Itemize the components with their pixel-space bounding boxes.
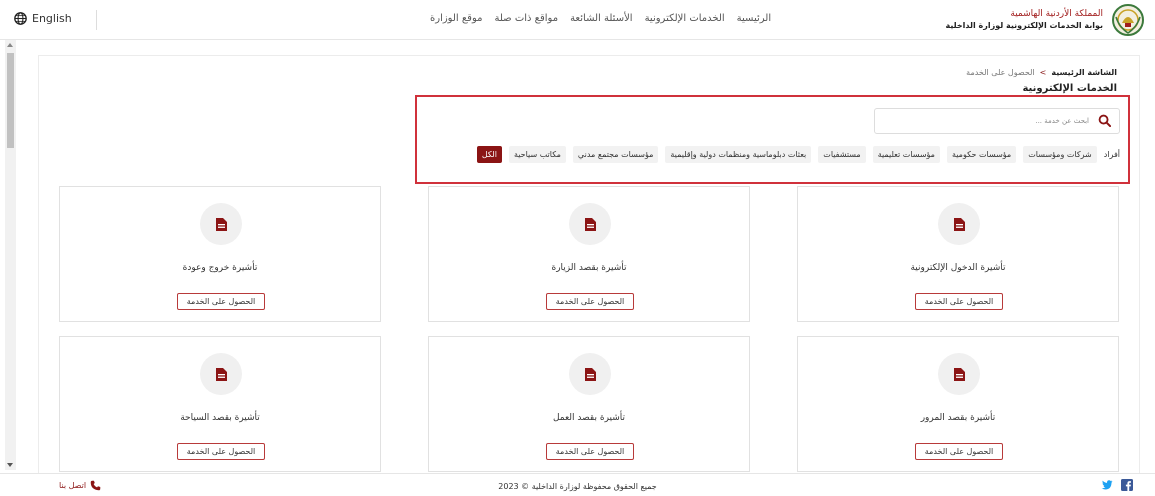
document-icon <box>585 368 596 381</box>
service-card: تأشيرة بقصد العمل الحصول على الخدمة <box>428 336 750 472</box>
get-service-button[interactable]: الحصول على الخدمة <box>546 443 634 460</box>
divider <box>96 10 97 30</box>
get-service-button[interactable]: الحصول على الخدمة <box>177 293 265 310</box>
service-title: تأشيرة الدخول الإلكترونية <box>910 263 1006 273</box>
document-icon <box>216 368 227 381</box>
vertical-scrollbar[interactable] <box>5 40 16 470</box>
scroll-down-icon[interactable] <box>7 463 13 467</box>
filter-civil-society[interactable]: مؤسسات مجتمع مدني <box>572 146 659 163</box>
service-title: تأشيرة بقصد المرور <box>920 413 996 423</box>
social-links <box>1101 479 1133 491</box>
filter-individuals[interactable]: أفراد <box>1104 146 1120 163</box>
breadcrumb-separator: > <box>1039 68 1047 77</box>
get-service-button[interactable]: الحصول على الخدمة <box>177 443 265 460</box>
document-icon <box>954 368 965 381</box>
service-title: تأشيرة بقصد السياحة <box>180 413 260 423</box>
scroll-thumb[interactable] <box>7 53 14 148</box>
top-header: English الرئيسية الخدمات الإلكترونية الأ… <box>0 0 1155 40</box>
filter-companies[interactable]: شركات ومؤسسات <box>1023 146 1097 163</box>
page-title: الخدمات الإلكترونية <box>1022 83 1117 94</box>
get-service-button[interactable]: الحصول على الخدمة <box>546 293 634 310</box>
twitter-icon[interactable] <box>1101 479 1113 491</box>
main-nav: الرئيسية الخدمات الإلكترونية الأسئلة الش… <box>430 13 771 24</box>
search-icon[interactable] <box>1098 114 1111 127</box>
search-input[interactable]: ابحث عن خدمة ... <box>874 108 1120 134</box>
main-content: الشاشة الرئيسية > الحصول على الخدمة الخد… <box>38 55 1140 473</box>
service-card: تأشيرة بقصد المرور الحصول على الخدمة <box>797 336 1119 472</box>
globe-icon <box>14 12 27 25</box>
facebook-icon[interactable] <box>1121 479 1133 491</box>
get-service-button[interactable]: الحصول على الخدمة <box>915 293 1003 310</box>
ministry-logo <box>1112 4 1144 36</box>
filter-tourism-offices[interactable]: مكاتب سياحية <box>508 146 566 163</box>
filter-all[interactable]: الكل <box>476 146 502 163</box>
service-title: تأشيرة خروج وعودة <box>182 263 258 273</box>
service-card: تأشيرة خروج وعودة الحصول على الخدمة <box>59 186 381 322</box>
nav-home[interactable]: الرئيسية <box>737 13 771 24</box>
filter-diplomatic[interactable]: بعثات دبلوماسية ومنظمات دولية وإقليمية <box>665 146 812 163</box>
language-label: English <box>32 12 72 25</box>
breadcrumb: الشاشة الرئيسية > الحصول على الخدمة <box>966 68 1117 77</box>
service-title: تأشيرة بقصد العمل <box>552 413 626 423</box>
copyright: جميع الحقوق محفوظة لوزارة الداخلية © 202… <box>498 482 657 491</box>
breadcrumb-current: الحصول على الخدمة <box>966 68 1035 77</box>
brand-portal-name: بوابة الخدمات الإلكترونية لوزارة الداخلي… <box>945 20 1103 30</box>
service-card: تأشيرة الدخول الإلكترونية الحصول على الخ… <box>797 186 1119 322</box>
service-card: تأشيرة بقصد الزيارة الحصول على الخدمة <box>428 186 750 322</box>
scroll-up-icon[interactable] <box>7 43 13 47</box>
service-card: تأشيرة بقصد السياحة الحصول على الخدمة <box>59 336 381 472</box>
nav-faq[interactable]: الأسئلة الشائعة <box>570 13 633 24</box>
nav-ministry-site[interactable]: موقع الوزارة <box>430 13 482 24</box>
breadcrumb-home[interactable]: الشاشة الرئيسية <box>1051 68 1117 77</box>
brand-country: المملكة الأردنية الهاشمية <box>1010 9 1103 20</box>
language-switch[interactable]: English <box>14 12 72 25</box>
document-icon <box>216 218 227 231</box>
filter-hospitals[interactable]: مستشفيات <box>818 146 866 163</box>
footer: اتصل بنا جميع الحقوق محفوظة لوزارة الداخ… <box>0 473 1155 496</box>
filter-education[interactable]: مؤسسات تعليمية <box>872 146 940 163</box>
get-service-button[interactable]: الحصول على الخدمة <box>915 443 1003 460</box>
document-icon <box>585 218 596 231</box>
filter-government[interactable]: مؤسسات حكومية <box>946 146 1017 163</box>
brand[interactable]: المملكة الأردنية الهاشمية بوابة الخدمات … <box>945 3 1145 37</box>
service-title: تأشيرة بقصد الزيارة <box>551 263 627 273</box>
search-filter-panel: ابحث عن خدمة ... أفراد شركات ومؤسسات مؤس… <box>415 95 1130 184</box>
search-placeholder: ابحث عن خدمة ... <box>1035 117 1089 125</box>
category-filters: أفراد شركات ومؤسسات مؤسسات حكومية مؤسسات… <box>476 146 1120 163</box>
nav-related-sites[interactable]: مواقع ذات صلة <box>494 13 558 24</box>
document-icon <box>954 218 965 231</box>
nav-eservices[interactable]: الخدمات الإلكترونية <box>645 13 725 24</box>
